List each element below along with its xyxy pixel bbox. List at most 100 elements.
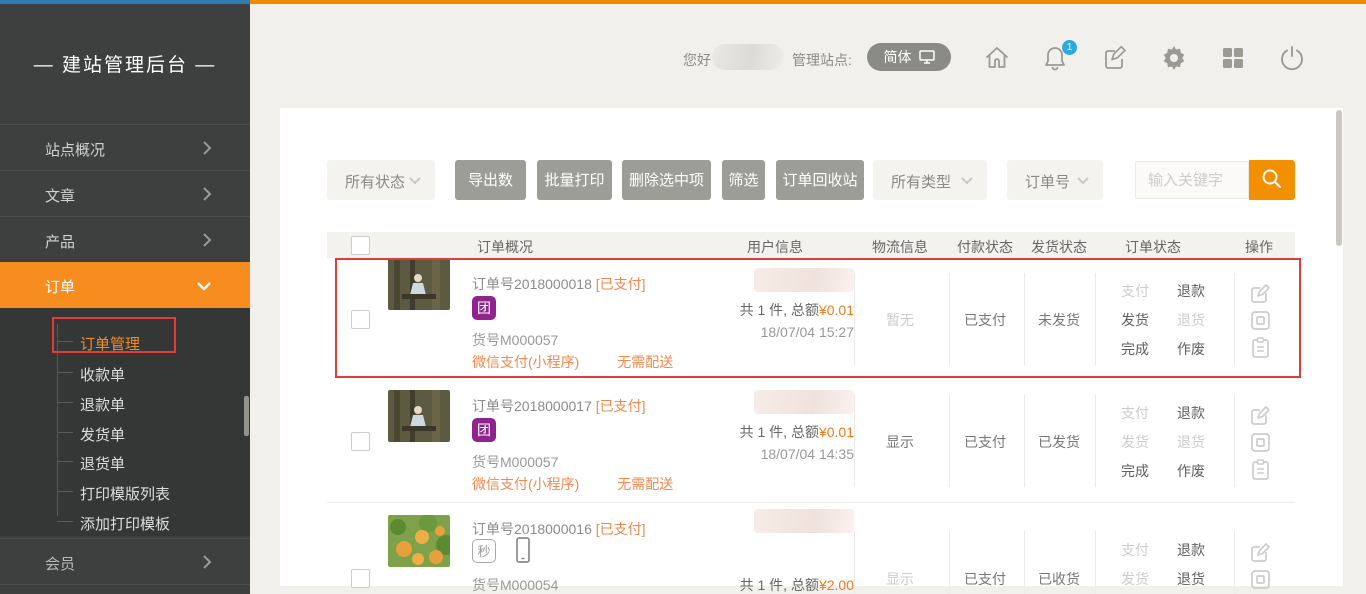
order-number: 订单号2018000016 [472,521,592,537]
row-checkbox[interactable] [351,432,370,451]
order-row: 订单号2018000017 [已支付] 团 货号M000057 微信支付(小程序… [280,380,1343,502]
app-title: — 建站管理后台 — [0,50,250,77]
divider [1234,395,1235,487]
refund-link[interactable]: 退款 [1166,403,1216,423]
order-recycle-bin-button[interactable]: 订单回收站 [776,160,864,200]
monitor-icon [919,50,935,64]
sidebar-subitem-label: 退款单 [80,394,125,415]
column-header-actions: 操作 [1184,237,1334,257]
chevron-right-icon [202,186,212,202]
table-header: 订单概况 用户信息 物流信息 付款状态 发货状态 订单状态 操作 [327,232,1295,258]
void-link[interactable]: 作废 [1166,461,1216,481]
group-buy-badge: 团 [472,418,496,442]
annotation-box-first-order-row [335,258,1301,378]
status-filter-value: 所有状态 [345,171,405,192]
content-scrollbar[interactable] [1336,110,1342,246]
payment-method: 微信支付(小程序) [472,476,579,492]
row-checkbox[interactable] [351,569,370,588]
tree-tick [57,372,73,373]
sidebar-subitem-refund-orders[interactable]: 退款单 [0,389,250,417]
sidebar-item-members[interactable]: 会员 [0,538,250,585]
chevron-right-icon [202,554,212,570]
sidebar-subitem-shipping-orders[interactable]: 发货单 [0,419,250,447]
sidebar-item-articles[interactable]: 文章 [0,170,250,217]
divider [0,584,250,585]
edit-order-icon[interactable] [1249,404,1272,427]
order-state-links: 支付 退款 发货 退货 完成 作废 [1110,403,1216,481]
chevron-right-icon [202,232,212,248]
sidebar-scrollbar[interactable] [244,396,249,436]
power-icon[interactable] [1278,44,1306,72]
order-datetime: 18/07/04 14:35 [630,446,854,462]
sidebar: — 建站管理后台 — 站点概况 文章 产品 订单 订单管理 收款单 [0,4,250,594]
annotation-box-order-management [52,317,176,353]
payment-method-line: 微信支付(小程序) 无需配送 [472,474,673,494]
sidebar-subitem-label: 添加打印模板 [80,513,170,534]
copy-order-icon[interactable] [1249,568,1272,591]
sidebar-subitem-label: 收款单 [80,364,125,385]
order-summary: 共 1 件, 总额¥0.01 [630,422,854,442]
apps-grid-icon[interactable] [1219,44,1247,72]
sidebar-subitem-return-orders[interactable]: 退货单 [0,448,250,476]
sidebar-item-orders[interactable]: 订单 [0,262,250,308]
refund-link[interactable]: 退款 [1166,540,1216,560]
gear-icon[interactable] [1160,44,1188,72]
complete-link[interactable]: 完成 [1110,461,1160,481]
user-info [630,390,854,417]
return-link[interactable]: 退货 [1166,432,1216,452]
order-detail-icon[interactable] [1249,458,1272,481]
search-icon [1261,168,1283,190]
edit-order-icon[interactable] [1249,541,1272,564]
keyword-input[interactable] [1135,161,1249,199]
tree-tick [57,521,73,522]
compose-icon[interactable] [1101,44,1129,72]
language-label: 简体 [884,47,912,67]
chevron-down-icon [196,281,212,291]
product-image[interactable] [388,390,450,442]
delete-selected-button[interactable]: 删除选中项 [622,160,711,200]
batch-print-button[interactable]: 批量打印 [537,160,612,200]
type-filter-dropdown[interactable]: 所有类型 [873,160,987,200]
sidebar-item-products[interactable]: 产品 [0,216,250,263]
notification-badge: 1 [1062,40,1077,55]
order-row: 订单号2018000016 [已支付] 秒 货号M000054 共 1 件, 总… [280,503,1343,594]
chevron-down-icon [961,177,973,185]
flash-sale-badge: 秒 [472,539,496,563]
sidebar-subitem-print-template-list[interactable]: 打印模版列表 [0,478,250,506]
admin-window: — 建站管理后台 — 站点概况 文章 产品 订单 订单管理 收款单 [0,0,1366,594]
pay-link[interactable]: 支付 [1110,403,1160,423]
ship-link[interactable]: 发货 [1110,569,1160,589]
language-site-button[interactable]: 简体 [867,43,951,71]
chevron-right-icon [202,140,212,156]
row-actions [1238,404,1282,485]
greeting-text: 您好 [683,50,711,70]
delivery-method: 无需配送 [617,476,673,492]
return-link[interactable]: 退货 [1166,569,1216,589]
status-filter-dropdown[interactable]: 所有状态 [327,160,435,200]
home-icon[interactable] [983,44,1011,72]
ship-link[interactable]: 发货 [1110,432,1160,452]
select-all-checkbox[interactable] [351,236,370,255]
order-state-links: 支付 退款 发货 退货 [1110,540,1216,589]
sidebar-subitem-add-print-template[interactable]: 添加打印模板 [0,508,250,536]
sidebar-subitem-receipts[interactable]: 收款单 [0,359,250,387]
order-number: 订单号2018000017 [472,398,592,414]
orders-panel: 所有状态 导出数据 批量打印 删除选中项 筛选 订单回收站 所有类型 订单号 订… [280,108,1343,586]
filter-button[interactable]: 筛选 [722,160,765,200]
product-image[interactable] [388,515,450,567]
tree-tick [57,491,73,492]
sidebar-subitem-label: 打印模版列表 [80,483,170,504]
search-field-dropdown[interactable]: 订单号 [1007,160,1103,200]
copy-order-icon[interactable] [1249,431,1272,454]
type-filter-value: 所有类型 [891,171,951,192]
sidebar-item-site-overview[interactable]: 站点概况 [0,124,250,171]
tree-tick [57,402,73,403]
row-actions [1238,541,1282,594]
chevron-down-icon [409,177,421,185]
search-button[interactable] [1249,160,1295,200]
redacted-username [712,44,784,70]
item-number: 货号M000054 [472,575,558,594]
order-number-line: 订单号2018000017 [已支付] [472,396,646,416]
export-data-button[interactable]: 导出数据 [455,160,526,200]
pay-link[interactable]: 支付 [1110,540,1160,560]
